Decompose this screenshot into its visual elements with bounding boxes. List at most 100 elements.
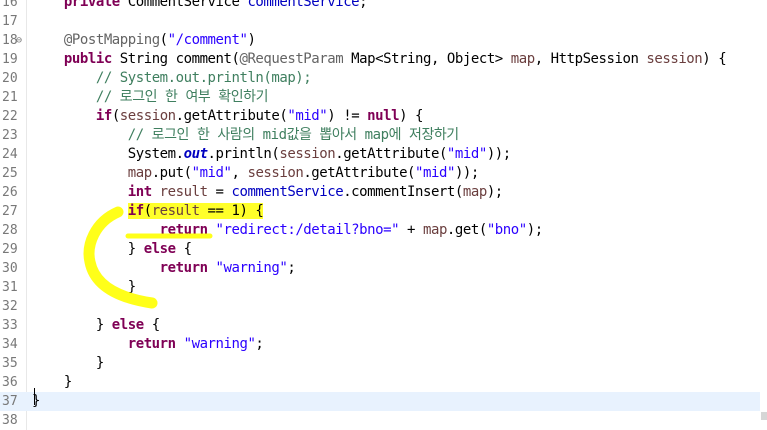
- code-token: ) {: [399, 108, 424, 124]
- code-token: else: [143, 241, 176, 257]
- code-text: return "warning";: [32, 259, 296, 278]
- code-text: return "warning";: [32, 335, 264, 354]
- code-line[interactable]: 28 return "redirect:/detail?bno=" + map.…: [0, 221, 760, 240]
- code-text: int result = commentService.commentInser…: [32, 183, 503, 202]
- code-token: out: [183, 146, 208, 162]
- code-line[interactable]: 35 }: [0, 354, 760, 373]
- code-token: +: [399, 222, 423, 238]
- code-token: System.: [32, 146, 184, 162]
- line-number: 33: [2, 318, 18, 333]
- code-token: );: [486, 184, 503, 200]
- code-token: ,: [231, 165, 248, 181]
- code-token: session: [119, 108, 176, 124]
- code-line[interactable]: 27 if(result == 1) {: [0, 202, 760, 221]
- code-line[interactable]: 38: [0, 411, 760, 430]
- code-text: // 로그인 한 여부 확인하기: [32, 88, 269, 107]
- code-token: ): [247, 32, 256, 48]
- code-line[interactable]: 26 int result = commentService.commentIn…: [0, 183, 760, 202]
- code-token: return: [159, 260, 208, 276]
- code-line[interactable]: 34 return "warning";: [0, 335, 760, 354]
- code-token: (: [143, 203, 152, 219]
- vertical-scrollbar[interactable]: [760, 0, 767, 430]
- code-text: } else {: [32, 316, 160, 335]
- code-token: (: [159, 32, 168, 48]
- code-line[interactable]: 17: [0, 12, 760, 31]
- code-token: return: [159, 222, 208, 238]
- code-line[interactable]: 25 map.put("mid", session.getAttribute("…: [0, 164, 760, 183]
- code-line[interactable]: 31 }: [0, 278, 760, 297]
- line-number: 21: [2, 90, 18, 105]
- code-token: String comment(: [111, 51, 240, 67]
- code-token: {: [175, 241, 192, 257]
- code-token: }: [32, 374, 72, 390]
- code-token: }: [32, 241, 144, 257]
- code-text: private CommentService commentService;: [32, 0, 368, 12]
- line-number: 27: [2, 204, 18, 219]
- code-editor[interactable]: 16 private CommentService commentService…: [0, 0, 767, 430]
- code-line[interactable]: 23 // 로그인 한 사람의 mid값을 뽑아서 map에 저장하기: [0, 126, 760, 145]
- code-line[interactable]: 24 System.out.println(session.getAttribu…: [0, 145, 760, 164]
- code-token: .getAttribute(: [175, 108, 288, 124]
- code-token: == 1) {: [199, 203, 264, 219]
- code-line[interactable]: 36 }: [0, 373, 760, 392]
- code-text: // 로그인 한 사람의 mid값을 뽑아서 map에 저장하기: [32, 126, 459, 145]
- code-token: (: [111, 108, 120, 124]
- code-token: .get(: [446, 222, 487, 238]
- code-token: result: [151, 203, 200, 219]
- code-token: ;: [359, 0, 368, 10]
- line-number: 20: [2, 71, 18, 86]
- code-line[interactable]: 18 ⊖ @PostMapping("/comment"): [0, 31, 760, 50]
- code-line[interactable]: 29 } else {: [0, 240, 760, 259]
- code-token: CommentService: [119, 0, 248, 10]
- code-token: "warning": [183, 336, 256, 352]
- code-token: session: [279, 146, 336, 162]
- line-number: 26: [2, 185, 18, 200]
- line-number: 31: [2, 280, 18, 295]
- code-token: "/comment": [167, 32, 248, 48]
- code-token: , HttpSession: [534, 51, 647, 67]
- code-token: if: [95, 108, 112, 124]
- code-token: "mid": [446, 146, 487, 162]
- code-line[interactable]: 37}: [0, 392, 760, 411]
- line-number: 23: [2, 128, 18, 143]
- fold-collapse-icon[interactable]: ⊖: [16, 31, 22, 50]
- code-token: ));: [486, 146, 511, 162]
- code-line[interactable]: 20 // System.out.println(map);: [0, 69, 760, 88]
- scrollbar-marker[interactable]: [761, 412, 767, 420]
- code-line[interactable]: 16 private CommentService commentService…: [0, 0, 760, 12]
- line-number: 25: [2, 166, 18, 181]
- code-token: }: [32, 355, 104, 371]
- code-token: ) !=: [327, 108, 368, 124]
- code-token: "mid": [287, 108, 328, 124]
- code-token: session: [247, 165, 304, 181]
- code-line[interactable]: 30 return "warning";: [0, 259, 760, 278]
- code-token: commentService: [231, 184, 344, 200]
- code-token: public: [63, 51, 112, 67]
- code-text: if(result == 1) {: [32, 202, 264, 221]
- code-line[interactable]: 33 } else {: [0, 316, 760, 335]
- code-line[interactable]: 21 // 로그인 한 여부 확인하기: [0, 88, 760, 107]
- code-token: "mid": [191, 165, 232, 181]
- code-line[interactable]: 22 if(session.getAttribute("mid") != nul…: [0, 107, 760, 126]
- line-number: 32: [2, 299, 18, 314]
- code-line[interactable]: 19 public String comment(@RequestParam M…: [0, 50, 760, 69]
- code-token: @PostMapping: [63, 32, 160, 48]
- code-token: Map<String, Object>: [343, 51, 511, 67]
- code-token: ) {: [702, 51, 727, 67]
- code-text: public String comment(@RequestParam Map<…: [32, 50, 727, 69]
- code-token: );: [526, 222, 543, 238]
- code-token: else: [111, 317, 144, 333]
- code-text: map.put("mid", session.getAttribute("mid…: [32, 164, 480, 183]
- code-line[interactable]: 32: [0, 297, 760, 316]
- code-token: .commentInsert(: [343, 184, 463, 200]
